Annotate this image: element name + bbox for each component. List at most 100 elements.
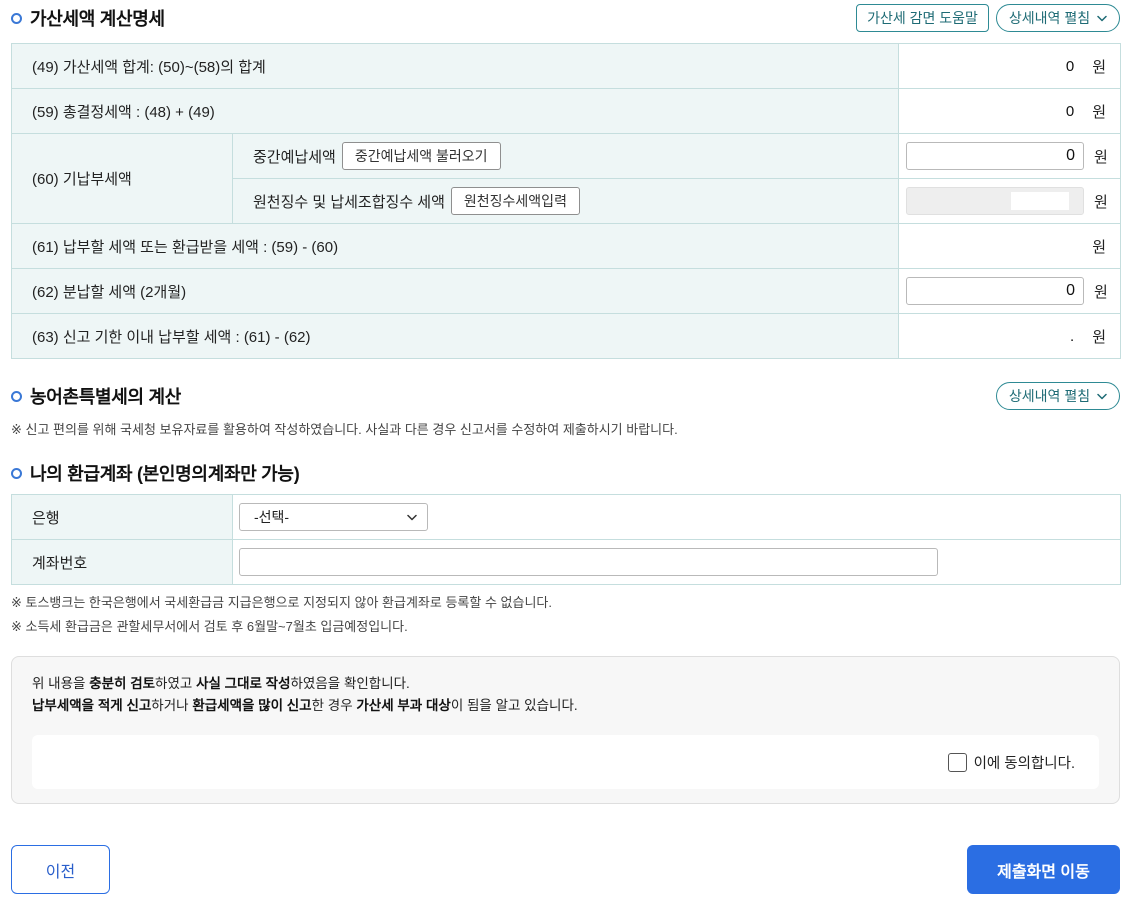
table-row: (62) 분납할 세액 (2개월) 원 [10,268,1122,314]
agree-checkbox[interactable] [947,752,967,772]
confirm-statement-line-1: 위 내용을 충분히 검토하였고 사실 그대로 작성하였음을 확인합니다. [32,673,1099,695]
confirm-text: 하였음을 확인합니다. [290,676,410,691]
rural-section-title-wrap: 농어촌특별세의 계산 [11,383,181,409]
load-interim-prepaid-button[interactable]: 중간예납세액 불러오기 [341,142,501,170]
table-row: (60) 기납부세액 중간예납세액 중간예납세액 불러오기 원 [11,133,1122,224]
value-cell: 원 [898,178,1122,224]
rural-expand-button[interactable]: 상세내역 펼침 [996,382,1120,410]
value-wrap: 0 원 [899,89,1120,133]
unit-label: 원 [1092,238,1107,256]
confirm-statement-line-2: 납부세액을 적게 신고하거나 환급세액을 많이 신고한 경우 가산세 부과 대상… [32,695,1099,717]
refund-section-title: 나의 환급계좌 (본인명의계좌만 가능) [30,464,300,484]
refund-note: ※ 소득세 환급금은 관할세무서에서 검토 후 6월말~7월초 입금예정입니다. [11,619,408,634]
account-number-input[interactable] [239,548,938,576]
unit-label: 원 [1092,328,1107,346]
row-label: (49) 가산세액 합계: (50)~(58)의 합계 [10,43,900,89]
bank-label: 은행 [11,494,233,540]
table-row: (61) 납부할 세액 또는 환급받을 세액 : (59) - (60) 원 [10,223,1122,269]
bank-select-value: -선택- [254,509,290,525]
bank-select[interactable]: -선택- [239,503,428,531]
value-wrap: 원 [899,134,1120,178]
agree-label: 이에 동의합니다. [973,755,1075,772]
value-cell: 0 원 [898,88,1122,134]
table-row: 은행 -선택- [11,494,1121,540]
prev-button[interactable]: 이전 [11,845,110,894]
rural-section-header: 농어촌특별세의 계산 상세내역 펼침 [11,382,1120,410]
confirm-emphasis: 납부세액을 적게 신고 [32,698,152,713]
refund-notes: ※ 토스뱅크는 한국은행에서 국세환급금 지급은행으로 지정되지 않아 환급계좌… [11,591,1120,639]
row-value: . [1070,327,1075,345]
row-label: (63) 신고 기한 이내 납부할 세액 : (61) - (62) [10,313,900,359]
table-row: (59) 총결정세액 : (48) + (49) 0 원 [10,88,1122,134]
bullet-circle-icon [11,467,22,479]
unit-label: 원 [1092,58,1107,76]
unit-label: 원 [1094,283,1108,301]
sub-row-label: 중간예납세액 [253,148,336,166]
value-cell: . 원 [898,313,1122,359]
value-wrap: . 원 [899,314,1120,358]
row-value: 0 [1065,57,1075,75]
confirm-text: 한 경우 [311,698,357,713]
bullet-circle-icon [11,390,22,402]
confirm-text: 이 됨을 알고 있습니다. [450,698,578,713]
value-wrap: 원 [899,179,1120,223]
bank-cell: -선택- [232,494,1121,540]
account-number-cell [232,539,1121,585]
value-cell: 원 [898,223,1122,269]
refund-note: ※ 토스뱅크는 한국은행에서 국세환급금 지급은행으로 지정되지 않아 환급계좌… [11,595,552,610]
confirm-emphasis: 사실 그대로 작성 [196,676,291,691]
penalty-section-actions: 가산세 감면 도움말 상세내역 펼침 [856,4,1120,32]
penalty-section-title: 가산세액 계산명세 [30,9,165,29]
table-row: (63) 신고 기한 이내 납부할 세액 : (61) - (62) . 원 [10,313,1122,359]
expand-button-label: 상세내역 펼침 [1008,388,1091,404]
interim-prepaid-tax-input[interactable] [906,142,1085,170]
value-wrap: 원 [899,224,1120,268]
sub-row-wrap: 중간예납세액 중간예납세액 불러오기 [253,142,898,170]
confirm-text: 위 내용을 [32,676,90,691]
table-row: 계좌번호 [11,539,1121,585]
withholding-tax-input-button[interactable]: 원천징수세액입력 [450,187,580,215]
chevron-down-icon [1097,393,1107,399]
value-cell: 0 원 [898,43,1122,89]
row-label-prepaid-tax: (60) 기납부세액 [11,133,233,224]
refund-account-table: 은행 -선택- 계좌번호 [11,494,1121,585]
account-number-label: 계좌번호 [11,539,233,585]
sub-row-wrap: 원천징수 및 납세조합징수 세액 원천징수세액입력 [253,187,898,215]
bullet-circle-icon [11,12,22,24]
sub-row-label-cell: 중간예납세액 중간예납세액 불러오기 [231,133,900,179]
installment-tax-input[interactable] [906,277,1085,305]
row-value: 0 [1065,102,1075,120]
penalty-section-header: 가산세액 계산명세 가산세 감면 도움말 상세내역 펼침 [11,4,1120,32]
confirm-text: 하였고 [155,676,197,691]
submit-screen-button[interactable]: 제출화면 이동 [967,845,1120,894]
chevron-down-icon [1097,15,1107,21]
unit-label: 원 [1092,103,1107,121]
confirm-emphasis: 환급세액을 많이 신고 [192,698,312,713]
sub-row-label-cell: 원천징수 및 납세조합징수 세액 원천징수세액입력 [231,178,900,224]
redacted-block [1011,192,1070,210]
rural-section-actions: 상세내역 펼침 [996,382,1120,410]
confirm-emphasis: 충분히 검토 [89,676,156,691]
row-label: (59) 총결정세액 : (48) + (49) [10,88,900,134]
table-row: (49) 가산세액 합계: (50)~(58)의 합계 0 원 [10,43,1122,89]
row-label: (62) 분납할 세액 (2개월) [10,268,900,314]
rural-section-note: ※ 신고 편의를 위해 국세청 보유자료를 활용하여 작성하였습니다. 사실과 … [11,422,678,437]
value-wrap: 0 원 [899,44,1120,88]
confirm-box: 위 내용을 충분히 검토하였고 사실 그대로 작성하였음을 확인합니다. 납부세… [11,656,1120,804]
chevron-down-icon [407,514,417,520]
value-cell: 원 [898,133,1122,179]
refund-section-title-wrap: 나의 환급계좌 (본인명의계좌만 가능) [11,460,300,486]
penalty-help-button[interactable]: 가산세 감면 도움말 [856,4,989,32]
page: 가산세액 계산명세 가산세 감면 도움말 상세내역 펼침 (49) 가산세액 합… [0,0,1139,907]
refund-section-header: 나의 환급계좌 (본인명의계좌만 가능) [11,459,1120,487]
penalty-calc-table: (49) 가산세액 합계: (50)~(58)의 합계 0 원 (59) 총결정… [10,43,1122,359]
sub-row-label: 원천징수 및 납세조합징수 세액 [253,193,445,211]
confirm-text: 하거나 [151,698,193,713]
penalty-section-title-wrap: 가산세액 계산명세 [11,5,165,31]
rural-section-title: 농어촌특별세의 계산 [30,387,182,407]
confirm-emphasis: 가산세 부과 대상 [356,698,451,713]
penalty-expand-button[interactable]: 상세내역 펼침 [996,4,1120,32]
value-wrap: 원 [899,269,1120,313]
value-cell: 원 [898,268,1122,314]
agree-checkbox-row[interactable]: 이에 동의합니다. [32,735,1099,789]
